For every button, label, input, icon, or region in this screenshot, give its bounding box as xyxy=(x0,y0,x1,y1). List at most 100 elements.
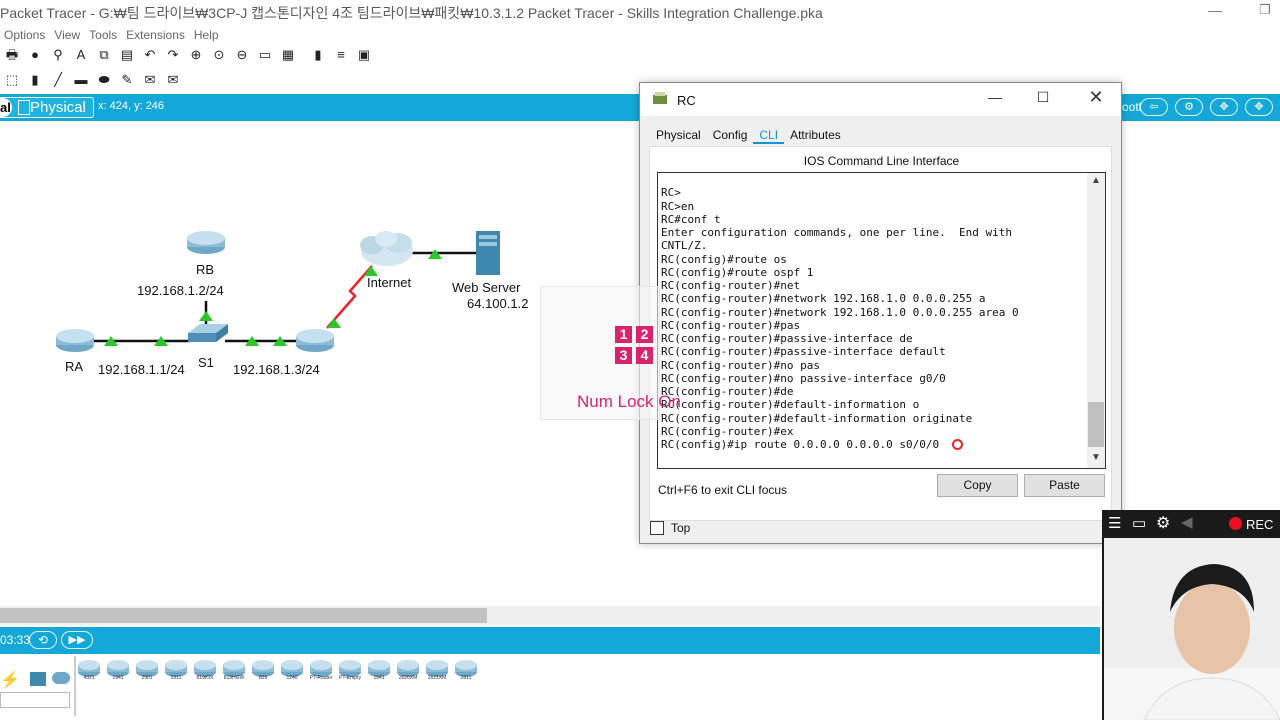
tab-cli[interactable]: CLI xyxy=(753,126,785,144)
web-server-icon xyxy=(476,231,500,275)
record-dot-icon xyxy=(1229,517,1242,530)
canvas-scrollbar-thumb[interactable] xyxy=(0,608,487,623)
rc-device-window: RC — ☐ ✕ Physical Config CLI Attributes … xyxy=(639,82,1122,544)
device-category-box[interactable] xyxy=(0,692,70,708)
network-info-icon[interactable]: ≡ xyxy=(332,46,350,64)
zoom-reset-icon[interactable]: ⊙ xyxy=(210,46,228,64)
cli-output[interactable]: RC> RC>en RC#conf t Enter configuration … xyxy=(661,173,1019,451)
tab-physical[interactable]: Physical xyxy=(650,126,707,144)
set-tiled-background-icon[interactable]: ⚙ xyxy=(1175,98,1203,116)
cli-scrollbar-thumb[interactable] xyxy=(1088,402,1104,447)
copy-button[interactable]: Copy xyxy=(937,474,1018,497)
device-model-label: 2911 xyxy=(170,675,182,681)
user-profile-icon[interactable]: A xyxy=(72,46,90,64)
tab-attributes[interactable]: Attributes xyxy=(784,126,847,144)
device-model-label: 4321 xyxy=(83,675,95,681)
ellipse-icon[interactable]: ⬬ xyxy=(95,71,113,89)
simulation-time: 03:33 xyxy=(0,633,31,647)
paste-icon[interactable]: ▤ xyxy=(118,46,136,64)
scroll-down-icon[interactable]: ▼ xyxy=(1087,452,1105,463)
main-toolbar: 🖶 ● ⚲ A ⧉ ▤ ↶ ↷ ⊕ ⊙ ⊖ ▭ ▦ ▮ ≡ ▣ xyxy=(0,44,375,66)
paste-button[interactable]: Paste xyxy=(1024,474,1105,497)
router-icon xyxy=(653,92,667,104)
wireless-device-icon[interactable] xyxy=(52,672,70,684)
cli-focus-hint: Ctrl+F6 to exit CLI focus xyxy=(658,483,788,497)
hub-icon[interactable] xyxy=(30,672,46,686)
numkey-2: 2 xyxy=(636,326,653,343)
window-icon[interactable]: ▭ xyxy=(1132,514,1146,532)
device-model-label: 1240 xyxy=(286,675,298,681)
move-object-icon[interactable]: ✥ xyxy=(1245,98,1273,116)
rc-minimize-button[interactable]: — xyxy=(985,89,1005,105)
window-restore-button[interactable]: ❐ xyxy=(1255,2,1275,22)
device-model-label: 2620XM xyxy=(398,675,418,681)
switch-s1-icon xyxy=(188,324,228,342)
copy-icon[interactable]: ⧉ xyxy=(95,46,113,64)
notes-icon[interactable]: ▮ xyxy=(309,46,327,64)
menu-icon[interactable]: ☰ xyxy=(1108,514,1121,532)
menu-help[interactable]: Help xyxy=(190,26,224,44)
link-light xyxy=(327,318,341,328)
add-simple-pdu-icon[interactable]: ✉ xyxy=(141,71,159,89)
add-complex-pdu-icon[interactable]: ✉ xyxy=(164,71,182,89)
navigation-button[interactable]: ⇦ xyxy=(1140,98,1168,116)
top-checkbox-label: Top xyxy=(671,521,691,535)
window-minimize-button[interactable]: — xyxy=(1205,2,1225,22)
menu-extensions[interactable]: Extensions xyxy=(122,26,190,44)
lightning-icon[interactable]: ⚡ xyxy=(0,670,20,690)
device-model-label: 819HGW xyxy=(223,675,245,681)
device-label-ra: RA xyxy=(65,359,84,374)
cli-console[interactable]: RC> RC>en RC#conf t Enter configuration … xyxy=(657,172,1106,469)
cli-caption: IOS Command Line Interface xyxy=(803,154,960,168)
scroll-up-icon[interactable]: ▲ xyxy=(1087,175,1105,186)
cli-panel: IOS Command Line Interface RC> RC>en RC#… xyxy=(649,146,1112,521)
image-icon[interactable]: ▣ xyxy=(355,46,373,64)
rc-maximize-button[interactable]: ☐ xyxy=(1033,89,1053,106)
info-icon[interactable]: ● xyxy=(26,46,44,64)
ip-label-rb: 192.168.1.2/24 xyxy=(137,283,224,298)
menu-tools[interactable]: Tools xyxy=(85,26,122,44)
tab-config[interactable]: Config xyxy=(707,126,754,144)
redo-icon[interactable]: ↷ xyxy=(164,46,182,64)
zoom-in-icon[interactable]: ⊕ xyxy=(187,46,205,64)
viewport-icon[interactable]: ✥ xyxy=(1210,98,1238,116)
undo-icon[interactable]: ↶ xyxy=(141,46,159,64)
mute-icon[interactable]: ◀ xyxy=(1181,513,1193,531)
menu-view[interactable]: View xyxy=(50,26,85,44)
router-rb-icon xyxy=(187,231,225,254)
select-icon[interactable]: ⬚ xyxy=(3,71,21,89)
top-checkbox[interactable] xyxy=(650,521,664,535)
device-model-label: 2621XM xyxy=(427,675,447,681)
settings-gear-icon[interactable]: ⚙ xyxy=(1156,513,1170,533)
drawing-palette-icon[interactable]: ▭ xyxy=(256,46,274,64)
device-model-label: 819IOX xyxy=(196,675,214,681)
menu-options[interactable]: Options xyxy=(0,26,50,44)
zoom-out-icon[interactable]: ⊖ xyxy=(233,46,251,64)
freeform-icon[interactable]: ✎ xyxy=(118,71,136,89)
device-model-label: 829 xyxy=(258,675,268,681)
line-icon[interactable]: ╱ xyxy=(49,71,67,89)
wizard-icon[interactable]: ⚲ xyxy=(49,46,67,64)
rc-close-button[interactable]: ✕ xyxy=(1085,87,1107,108)
cursor-coordinates: x: 424, y: 246 xyxy=(98,100,165,112)
rec-label[interactable]: REC xyxy=(1246,517,1273,532)
power-cycle-button[interactable]: ⟲ xyxy=(29,631,57,649)
fast-forward-button[interactable]: ▶▶ xyxy=(61,631,93,649)
webcam-view xyxy=(1102,538,1280,720)
mode-label: Physical xyxy=(30,99,86,116)
device-model-label: 1841 xyxy=(373,675,385,681)
webcam-person-image xyxy=(1104,538,1280,720)
ip-label-ra: 192.168.1.1/24 xyxy=(98,362,185,377)
print-icon[interactable]: 🖶 xyxy=(3,46,21,64)
custom-device-icon[interactable]: ▦ xyxy=(279,46,297,64)
internet-cloud-icon xyxy=(360,231,413,266)
physical-mode-tab[interactable]: Physical xyxy=(0,97,94,118)
rc-tabs: Physical Config CLI Attributes xyxy=(650,126,847,144)
numkey-1: 1 xyxy=(615,326,632,343)
device-model-label: PT-Router xyxy=(309,675,333,681)
rectangle-icon[interactable]: ▬ xyxy=(72,71,90,89)
inspect-icon[interactable]: ▮ xyxy=(26,71,44,89)
device-label-rb: RB xyxy=(196,262,215,277)
device-label-internet: Internet xyxy=(367,275,412,290)
ip-label-rc: 192.168.1.3/24 xyxy=(233,362,320,377)
